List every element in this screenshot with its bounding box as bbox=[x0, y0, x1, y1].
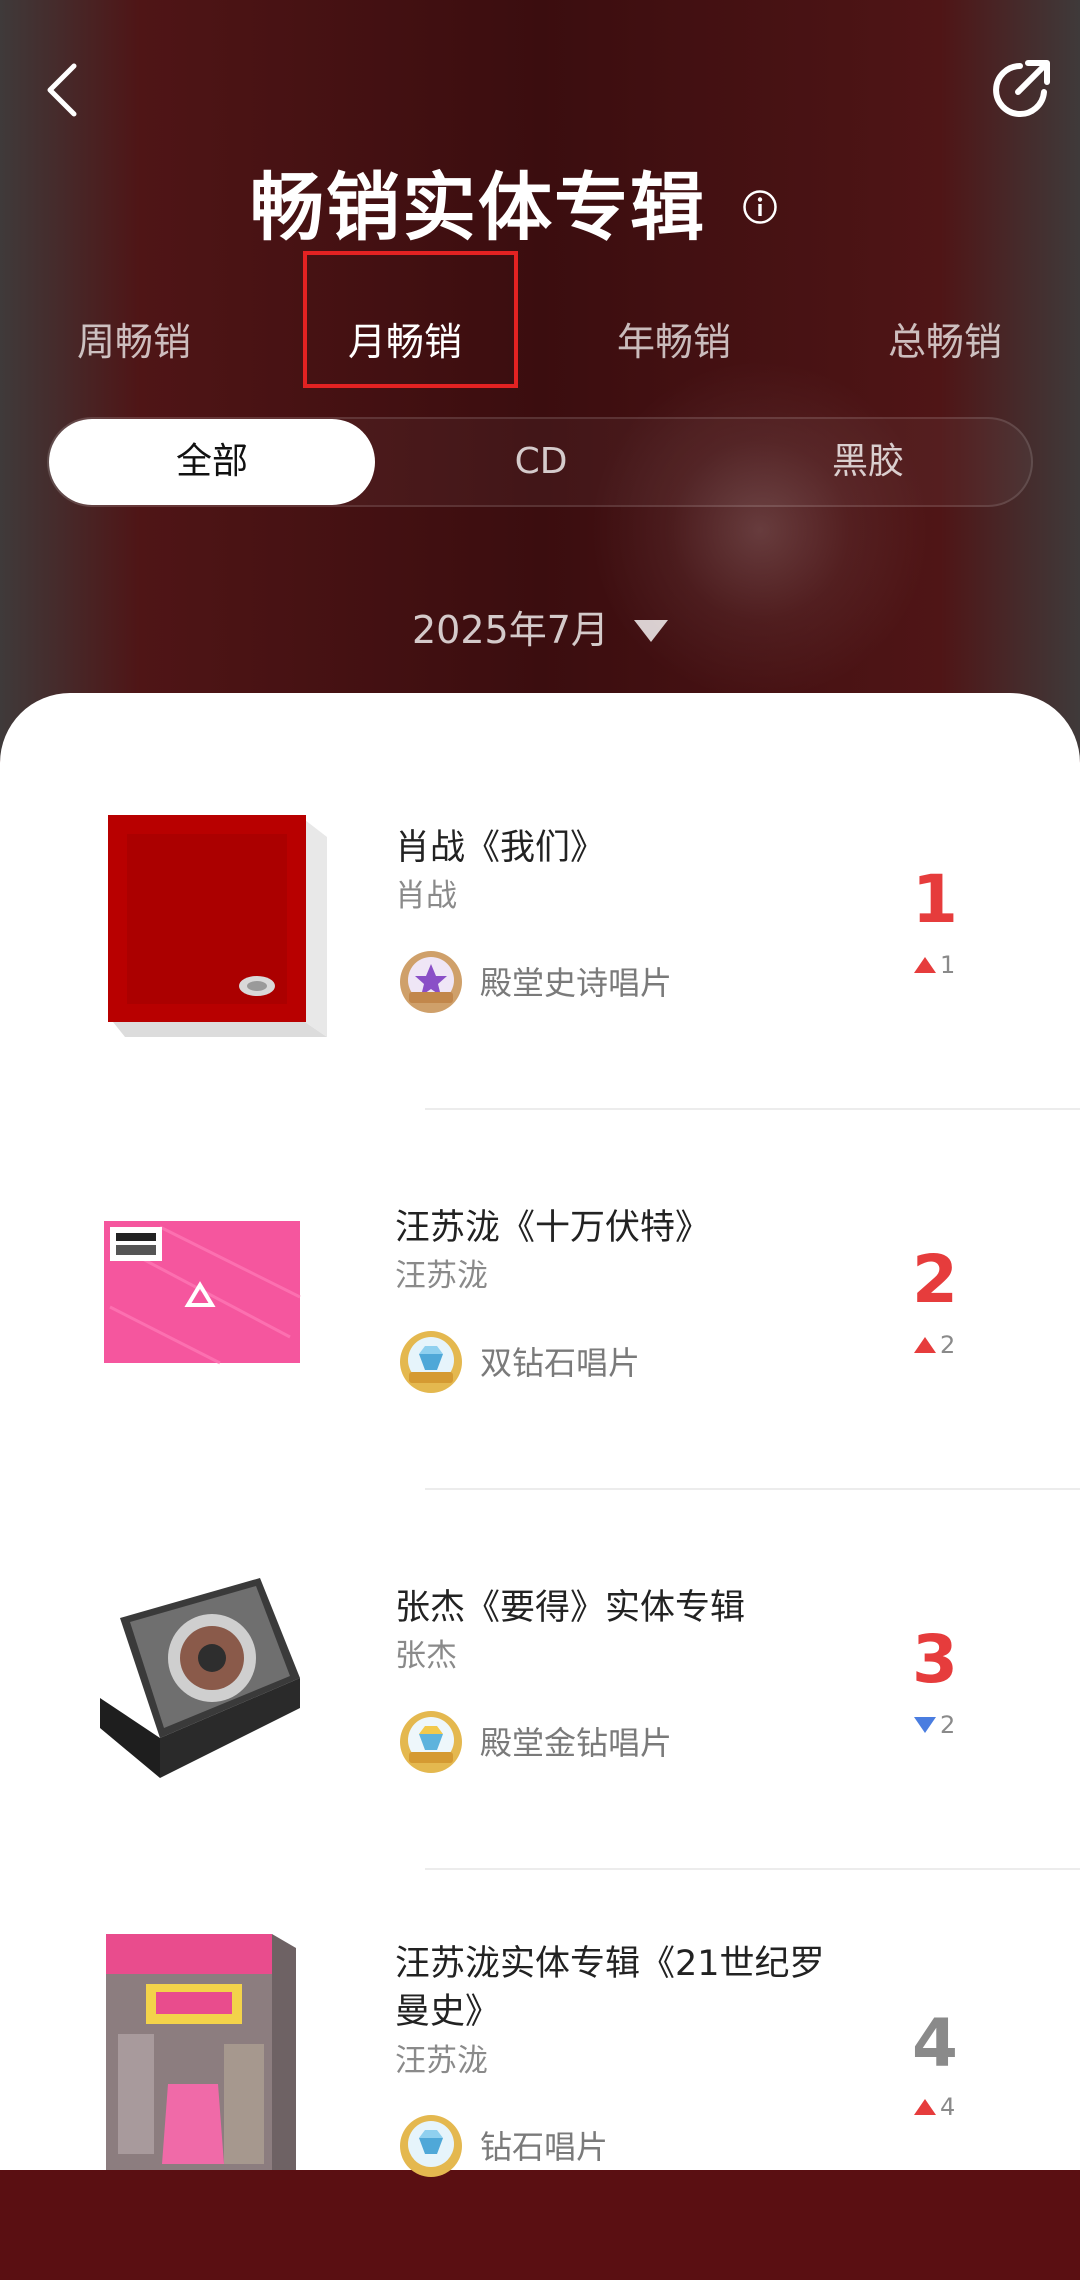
segment-cd[interactable]: CD bbox=[378, 419, 704, 505]
page-title: 畅销实体专辑 bbox=[250, 165, 706, 251]
info-button[interactable] bbox=[742, 189, 778, 225]
artist-name: 肖战 bbox=[395, 878, 457, 914]
segment-all[interactable]: 全部 bbox=[49, 419, 375, 505]
badge-label: 殿堂金钻唱片 bbox=[480, 1724, 673, 1762]
album-cover bbox=[104, 1221, 301, 1365]
badge-medal-icon bbox=[400, 1331, 462, 1393]
album-cover bbox=[106, 1934, 296, 2170]
divider bbox=[425, 1868, 1080, 1870]
rank-number: 2 bbox=[912, 1241, 958, 1318]
rank-trend: 4 bbox=[910, 2092, 990, 2122]
rank-number: 3 bbox=[912, 1621, 958, 1698]
trend-down-icon bbox=[914, 1717, 936, 1733]
trend-up-icon bbox=[914, 957, 936, 973]
trend-value: 2 bbox=[940, 1711, 956, 1739]
tab-yearly[interactable]: 年畅销 bbox=[574, 312, 774, 372]
rank-trend: 1 bbox=[910, 950, 990, 980]
rank-number: 1 bbox=[912, 861, 958, 938]
badge-label: 钻石唱片 bbox=[480, 2128, 609, 2166]
rank-trend: 2 bbox=[910, 1330, 990, 1360]
trend-up-icon bbox=[914, 2099, 936, 2115]
trend-value: 2 bbox=[940, 1331, 956, 1359]
list-item[interactable]: 肖战《我们》 肖战 殿堂史诗唱片 1 1 bbox=[0, 760, 1080, 1140]
album-title: 肖战《我们》 bbox=[395, 828, 606, 868]
artist-name: 张杰 bbox=[395, 1638, 457, 1674]
badge-medal-icon bbox=[400, 1711, 462, 1773]
month-picker[interactable]: 2025年7月 bbox=[380, 600, 700, 660]
badge-label: 双钻石唱片 bbox=[480, 1344, 641, 1382]
artist-name: 汪苏泷 bbox=[395, 1258, 488, 1294]
album-title: 张杰《要得》实体专辑 bbox=[395, 1588, 746, 1628]
trend-value: 1 bbox=[940, 951, 956, 979]
info-icon bbox=[743, 190, 777, 224]
back-button[interactable] bbox=[38, 58, 94, 122]
album-title: 汪苏泷《十万伏特》 bbox=[395, 1208, 711, 1248]
active-tab-highlight bbox=[303, 251, 518, 388]
tab-weekly[interactable]: 周畅销 bbox=[34, 312, 234, 372]
month-label: 2025年7月 bbox=[412, 608, 609, 652]
trend-up-icon bbox=[914, 1337, 936, 1353]
dropdown-arrow-icon bbox=[634, 620, 668, 642]
segment-vinyl[interactable]: 黑胶 bbox=[705, 419, 1031, 505]
artist-name: 汪苏泷 bbox=[395, 2043, 488, 2079]
trend-value: 4 bbox=[940, 2093, 956, 2121]
rank-trend: 2 bbox=[910, 1710, 990, 1740]
divider bbox=[425, 1488, 1080, 1490]
badge-medal-icon bbox=[400, 951, 462, 1013]
rank-number: 4 bbox=[912, 2005, 958, 2082]
format-segmented-control: 全部 CD 黑胶 bbox=[47, 417, 1033, 507]
back-icon bbox=[47, 63, 77, 117]
share-icon bbox=[993, 60, 1050, 117]
tab-all-time[interactable]: 总畅销 bbox=[845, 312, 1045, 372]
list-item[interactable]: 汪苏泷《十万伏特》 汪苏泷 双钻石唱片 2 2 bbox=[0, 1140, 1080, 1520]
badge-label: 殿堂史诗唱片 bbox=[480, 964, 673, 1002]
share-button[interactable] bbox=[986, 54, 1056, 124]
album-cover bbox=[100, 1578, 300, 1778]
list-item[interactable]: 张杰《要得》实体专辑 张杰 殿堂金钻唱片 3 2 bbox=[0, 1520, 1080, 1900]
album-title: 汪苏泷实体专辑《21世纪罗曼史》 bbox=[395, 1944, 825, 2032]
list-item[interactable]: 汪苏泷实体专辑《21世纪罗曼史》 汪苏泷 钻石唱片 4 4 bbox=[0, 1900, 1080, 2280]
divider bbox=[425, 1108, 1080, 1110]
album-cover bbox=[108, 815, 327, 1037]
